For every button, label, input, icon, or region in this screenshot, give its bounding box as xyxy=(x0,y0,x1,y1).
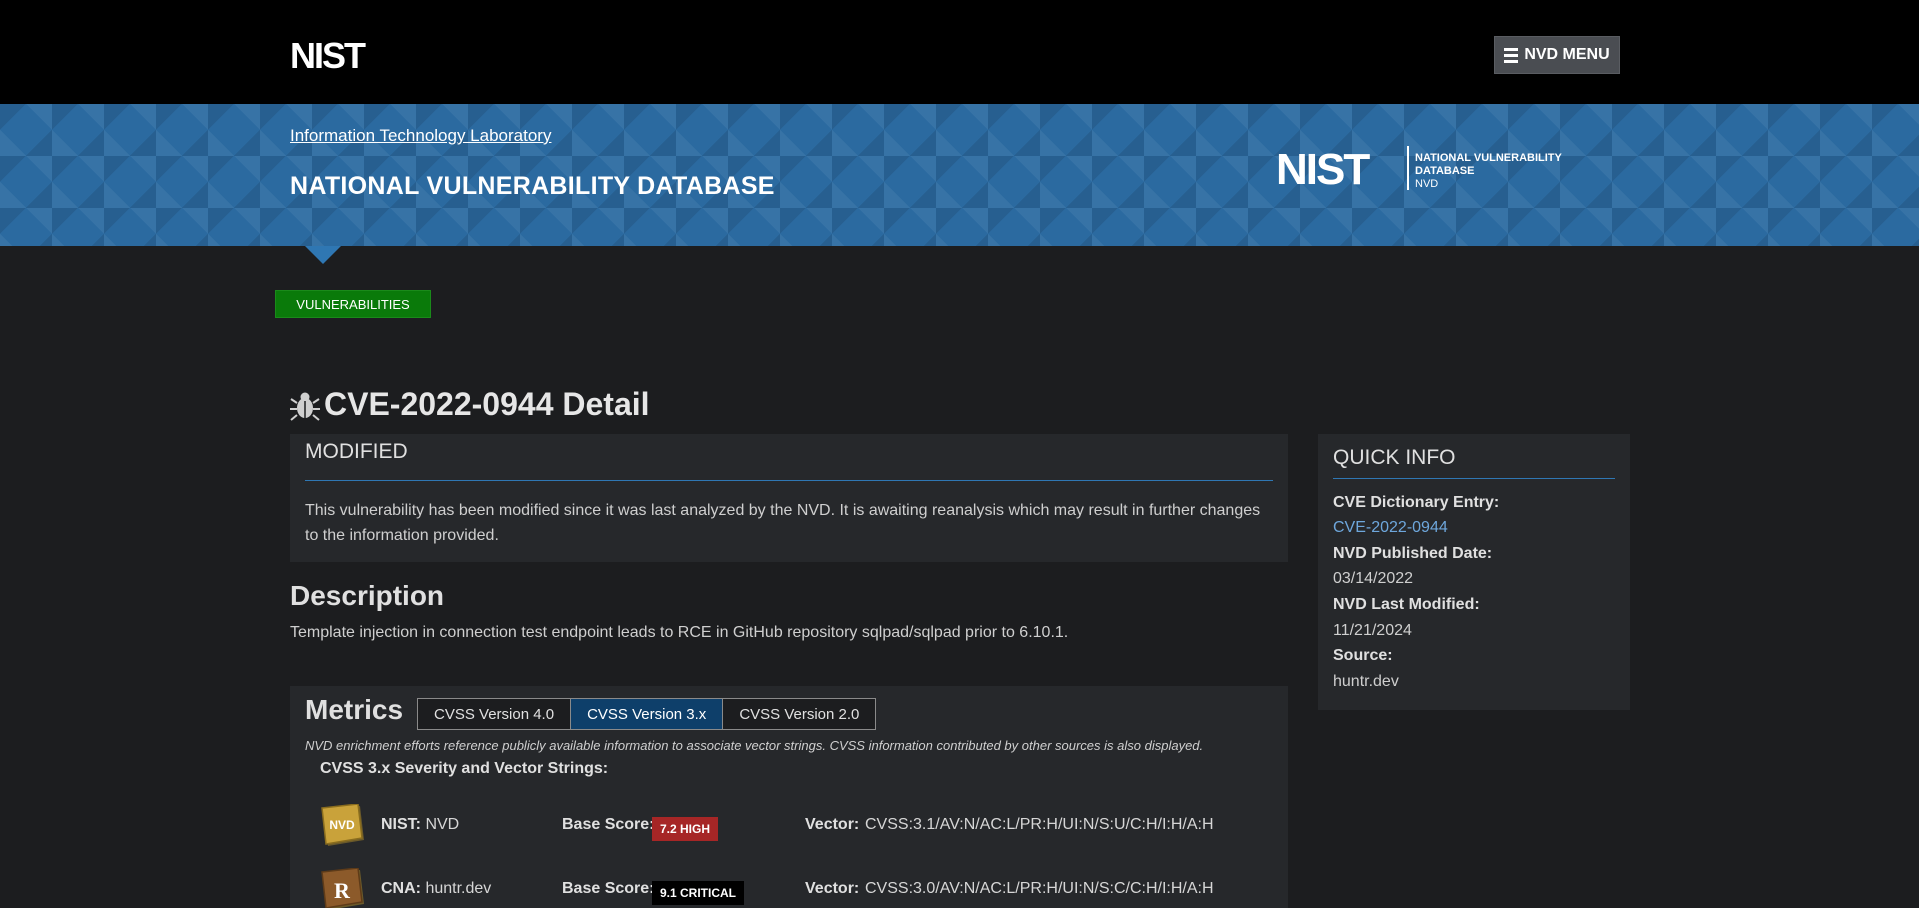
cve-entry-link[interactable]: CVE-2022-0944 xyxy=(1333,519,1448,536)
metrics-panel: Metrics CVSS Version 4.0 CVSS Version 3.… xyxy=(290,686,1288,908)
score-row-nist: NVD NIST: NVD Base Score: 7.2 HIGH Vecto… xyxy=(320,804,1280,848)
nvd-icon: NVD xyxy=(321,804,364,846)
page-title-text: CVE-2022-0944 Detail xyxy=(324,386,650,422)
severity-heading: CVSS 3.x Severity and Vector Strings: xyxy=(320,760,609,777)
hamburger-icon xyxy=(1504,47,1519,63)
cve-entry-value: CVE-2022-0944 xyxy=(1333,519,1448,537)
nvd-menu-button[interactable]: NVD MENU xyxy=(1494,36,1620,74)
cvss-version-tabs: CVSS Version 4.0 CVSS Version 3.x CVSS V… xyxy=(417,698,877,730)
page-title: CVE-2022-0944 Detail xyxy=(290,386,650,423)
cve-entry-label: CVE Dictionary Entry: xyxy=(1333,494,1500,511)
metrics-note: NVD enrichment efforts reference publicl… xyxy=(305,738,1204,753)
published-date-value: 03/14/2022 xyxy=(1333,570,1414,587)
svg-text:NATIONAL VULNERABILITY: NATIONAL VULNERABILITY xyxy=(1415,152,1563,164)
base-score-badge[interactable]: 9.1 CRITICAL xyxy=(652,881,745,905)
tab-cvss-2-0[interactable]: CVSS Version 2.0 xyxy=(722,698,877,730)
source-value: NVD xyxy=(425,816,460,833)
source-label: NIST: xyxy=(381,816,421,833)
site-banner: Information Technology Laboratory NATION… xyxy=(0,104,1919,246)
vector-string: CVSS:3.0/AV:N/AC:L/PR:H/UI:N/S:C/C:H/I:H… xyxy=(865,880,1214,897)
description-heading: Description xyxy=(290,580,445,611)
cna-icon: R xyxy=(321,868,364,908)
quick-info-heading: QUICK INFO xyxy=(1333,446,1456,469)
site-title: NATIONAL VULNERABILITY DATABASE xyxy=(290,172,775,200)
base-score-label: Base Score: xyxy=(562,880,655,897)
modified-panel: MODIFIED This vulnerability has been mod… xyxy=(290,434,1288,562)
base-score-badge[interactable]: 7.2 HIGH xyxy=(652,817,719,841)
published-date-label: NVD Published Date: xyxy=(1333,545,1493,562)
metrics-heading: Metrics xyxy=(305,694,404,725)
svg-text:NVD: NVD xyxy=(329,818,355,832)
svg-text:R: R xyxy=(334,878,351,903)
source-value: huntr.dev xyxy=(425,880,492,897)
nvd-menu-label: NVD MENU xyxy=(1524,46,1610,63)
modified-text: This vulnerability has been modified sin… xyxy=(305,502,1261,544)
itl-link[interactable]: Information Technology Laboratory xyxy=(290,126,551,146)
top-bar: NIST NVD MENU xyxy=(0,0,1919,104)
nvd-logo[interactable]: NIST NATIONAL VULNERABILITY DATABASE NVD xyxy=(1276,142,1576,194)
modified-heading: MODIFIED xyxy=(305,440,408,463)
source-cna: CNA: huntr.dev xyxy=(381,880,491,898)
last-modified-value: 11/21/2024 xyxy=(1333,622,1412,639)
source-nist: NIST: NVD xyxy=(381,816,459,834)
svg-text:DATABASE: DATABASE xyxy=(1415,165,1474,177)
vector-label: Vector: xyxy=(805,880,860,897)
description-text: Template injection in connection test en… xyxy=(290,624,1069,641)
svg-text:NIST: NIST xyxy=(1276,145,1370,194)
source-label: Source: xyxy=(1333,647,1393,664)
vulnerabilities-tag[interactable]: VULNERABILITIES xyxy=(275,290,431,318)
tab-cvss-4-0[interactable]: CVSS Version 4.0 xyxy=(417,698,572,730)
vector-label: Vector: xyxy=(805,816,860,833)
base-score-label: Base Score: xyxy=(562,816,655,833)
tab-cvss-3-x[interactable]: CVSS Version 3.x xyxy=(570,698,724,730)
quick-info-panel: QUICK INFO CVE Dictionary Entry: CVE-202… xyxy=(1318,434,1630,710)
source-value: huntr.dev xyxy=(1333,673,1399,690)
vector-string: CVSS:3.1/AV:N/AC:L/PR:H/UI:N/S:U/C:H/I:H… xyxy=(865,816,1214,833)
svg-text:NVD: NVD xyxy=(1415,178,1438,190)
bug-icon xyxy=(290,392,320,421)
nist-logo[interactable]: NIST xyxy=(290,38,400,72)
quick-info-divider xyxy=(1333,478,1615,479)
score-row-cna: R CNA: huntr.dev Base Score: 9.1 CRITICA… xyxy=(320,868,1280,908)
last-modified-label: NVD Last Modified: xyxy=(1333,596,1480,613)
banner-pointer xyxy=(305,246,341,264)
svg-text:NIST: NIST xyxy=(290,38,366,72)
modified-divider xyxy=(305,480,1273,481)
source-label: CNA: xyxy=(381,880,421,897)
